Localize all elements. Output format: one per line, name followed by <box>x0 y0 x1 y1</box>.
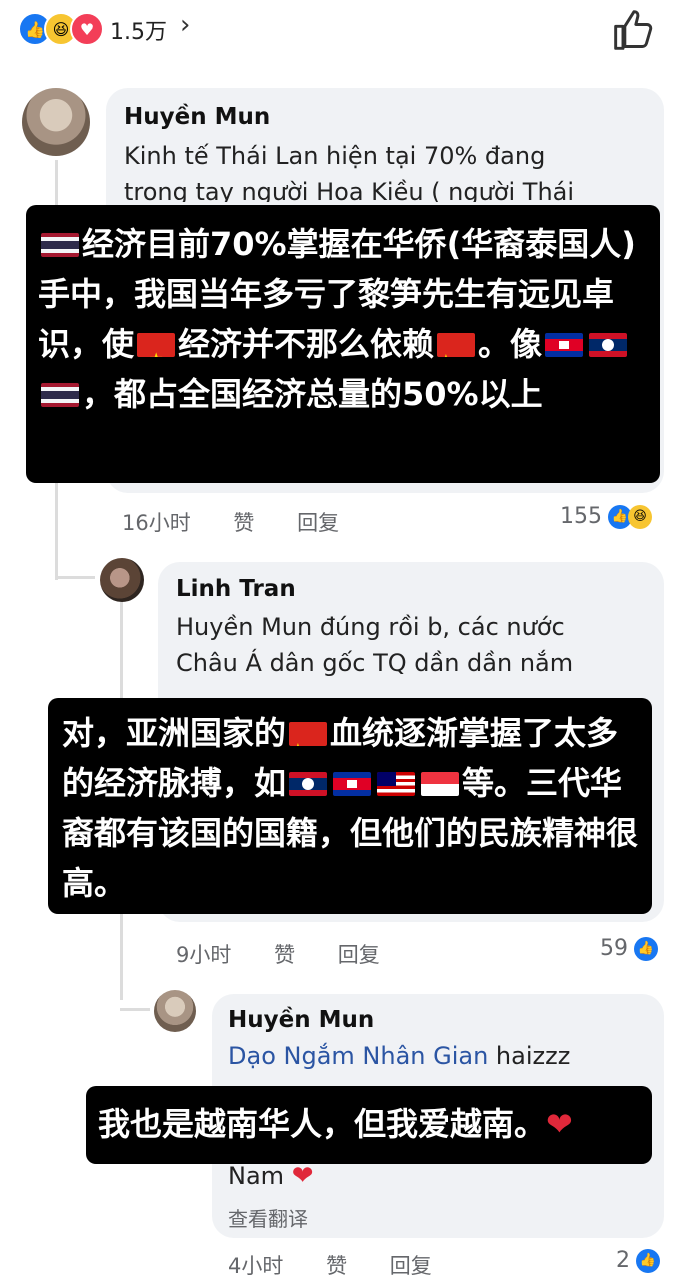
comment-text-line: Kinh tế Thái Lan hiện tại 70% đang <box>124 142 546 170</box>
reaction-count[interactable]: 1.5万 <box>110 14 167 46</box>
vietnam-flag-icon <box>137 333 176 357</box>
thread-branch <box>55 576 95 579</box>
laos-flag-icon <box>589 333 628 357</box>
comment-actions: 4小时 赞 回复 <box>228 1250 468 1280</box>
like-icon: 👍 <box>636 1248 660 1273</box>
comment-time: 4小时 <box>228 1254 284 1278</box>
comment-reactions[interactable]: 59 👍 <box>600 936 658 961</box>
avatar[interactable] <box>22 88 90 156</box>
comment-text-line: Huyền Mun đúng rồi b, các nước <box>176 613 565 641</box>
love-icon: ♥ <box>70 12 104 46</box>
china-flag-icon <box>437 333 476 357</box>
comment-text: Kinh tế Thái Lan hiện tại 70% đang trong… <box>124 138 654 202</box>
cambodia-flag-icon <box>333 772 372 796</box>
comment-text-line: Châu Á dân gốc TQ dần dần nắm <box>176 649 574 677</box>
comment-time: 16小时 <box>122 511 191 535</box>
reply-button[interactable]: 回复 <box>338 943 380 967</box>
thailand-flag-icon <box>41 383 79 407</box>
see-translation-link[interactable]: 查看翻译 <box>228 1203 308 1232</box>
commenter-name[interactable]: Huyền Mun <box>124 104 270 130</box>
caption-part: 我也是越南华人，但我爱越南。 <box>98 1105 547 1143</box>
avatar[interactable] <box>154 990 196 1032</box>
caption-text: 对，亚洲国家的血统逐渐掌握了太多的经济脉搏，如等。三代华裔都有该国的国籍，但他们… <box>62 708 642 908</box>
comment-text-part: haizzz <box>488 1042 571 1070</box>
reply-button[interactable]: 回复 <box>297 511 339 535</box>
caption-part: 。像 <box>478 325 543 363</box>
like-button[interactable]: 赞 <box>326 1254 347 1278</box>
avatar[interactable] <box>100 558 144 602</box>
china-flag-icon <box>289 722 328 746</box>
caption-part: ，都占全国经济总量的50%以上 <box>82 375 543 413</box>
thailand-flag-icon <box>41 233 79 257</box>
thread-branch <box>120 1008 150 1011</box>
caption-overlay: 对，亚洲国家的血统逐渐掌握了太多的经济脉搏，如等。三代华裔都有该国的国籍，但他们… <box>48 698 652 914</box>
reaction-summary[interactable]: 👍 😆 ♥ <box>18 12 104 46</box>
like-button[interactable]: 赞 <box>233 511 254 535</box>
commenter-name[interactable]: Huyền Mun <box>228 1007 374 1033</box>
like-icon: 👍 <box>634 936 658 961</box>
caption-overlay: 我也是越南华人，但我爱越南。❤ <box>86 1086 652 1164</box>
caption-text: 我也是越南华人，但我爱越南。❤ <box>98 1100 643 1148</box>
comment-text: Huyền Mun đúng rồi b, các nước Châu Á dâ… <box>176 609 656 693</box>
caption-part: 经济并不那么依赖 <box>178 325 435 363</box>
comment-actions: 9小时 赞 回复 <box>176 939 416 969</box>
laos-flag-icon <box>289 772 328 796</box>
like-button[interactable]: 赞 <box>274 943 295 967</box>
comment-text-line: trong tay người Hoa Kiều ( người Thái <box>124 178 575 202</box>
heart-icon: ❤ <box>546 1105 573 1143</box>
comment-text-part: Nam <box>228 1162 285 1190</box>
haha-icon: 😆 <box>628 504 652 529</box>
cambodia-flag-icon <box>545 333 584 357</box>
heart-icon: ❤ <box>291 1161 314 1191</box>
comment-text: Dạo Ngắm Nhân Gian haizzz <box>228 1038 658 1074</box>
reply-button[interactable]: 回复 <box>390 1254 432 1278</box>
caption-overlay: 经济目前70%掌握在华侨(华裔泰国人)手中，我国当年多亏了黎笋先生有远见卓识，使… <box>26 205 660 483</box>
comment-actions: 16小时 赞 回复 <box>122 507 375 537</box>
comment-reactions[interactable]: 2 👍 <box>616 1248 660 1273</box>
malaysia-flag-icon <box>377 772 416 796</box>
reaction-count: 2 <box>616 1248 630 1273</box>
chevron-right-icon[interactable]: › <box>180 10 190 40</box>
reaction-count: 59 <box>600 936 628 961</box>
comment-time: 9小时 <box>176 943 232 967</box>
caption-text: 经济目前70%掌握在华侨(华裔泰国人)手中，我国当年多亏了黎笋先生有远见卓识，使… <box>38 219 650 419</box>
like-thumb-icon[interactable] <box>612 8 656 52</box>
commenter-name[interactable]: Linh Tran <box>176 576 296 602</box>
caption-part: 对，亚洲国家的 <box>62 714 287 752</box>
reaction-count: 155 <box>560 504 602 529</box>
tagged-user-link[interactable]: Dạo Ngắm Nhân Gian <box>228 1042 488 1070</box>
singapore-flag-icon <box>421 772 460 796</box>
comment-reactions[interactable]: 155 👍 😆 <box>560 504 652 529</box>
